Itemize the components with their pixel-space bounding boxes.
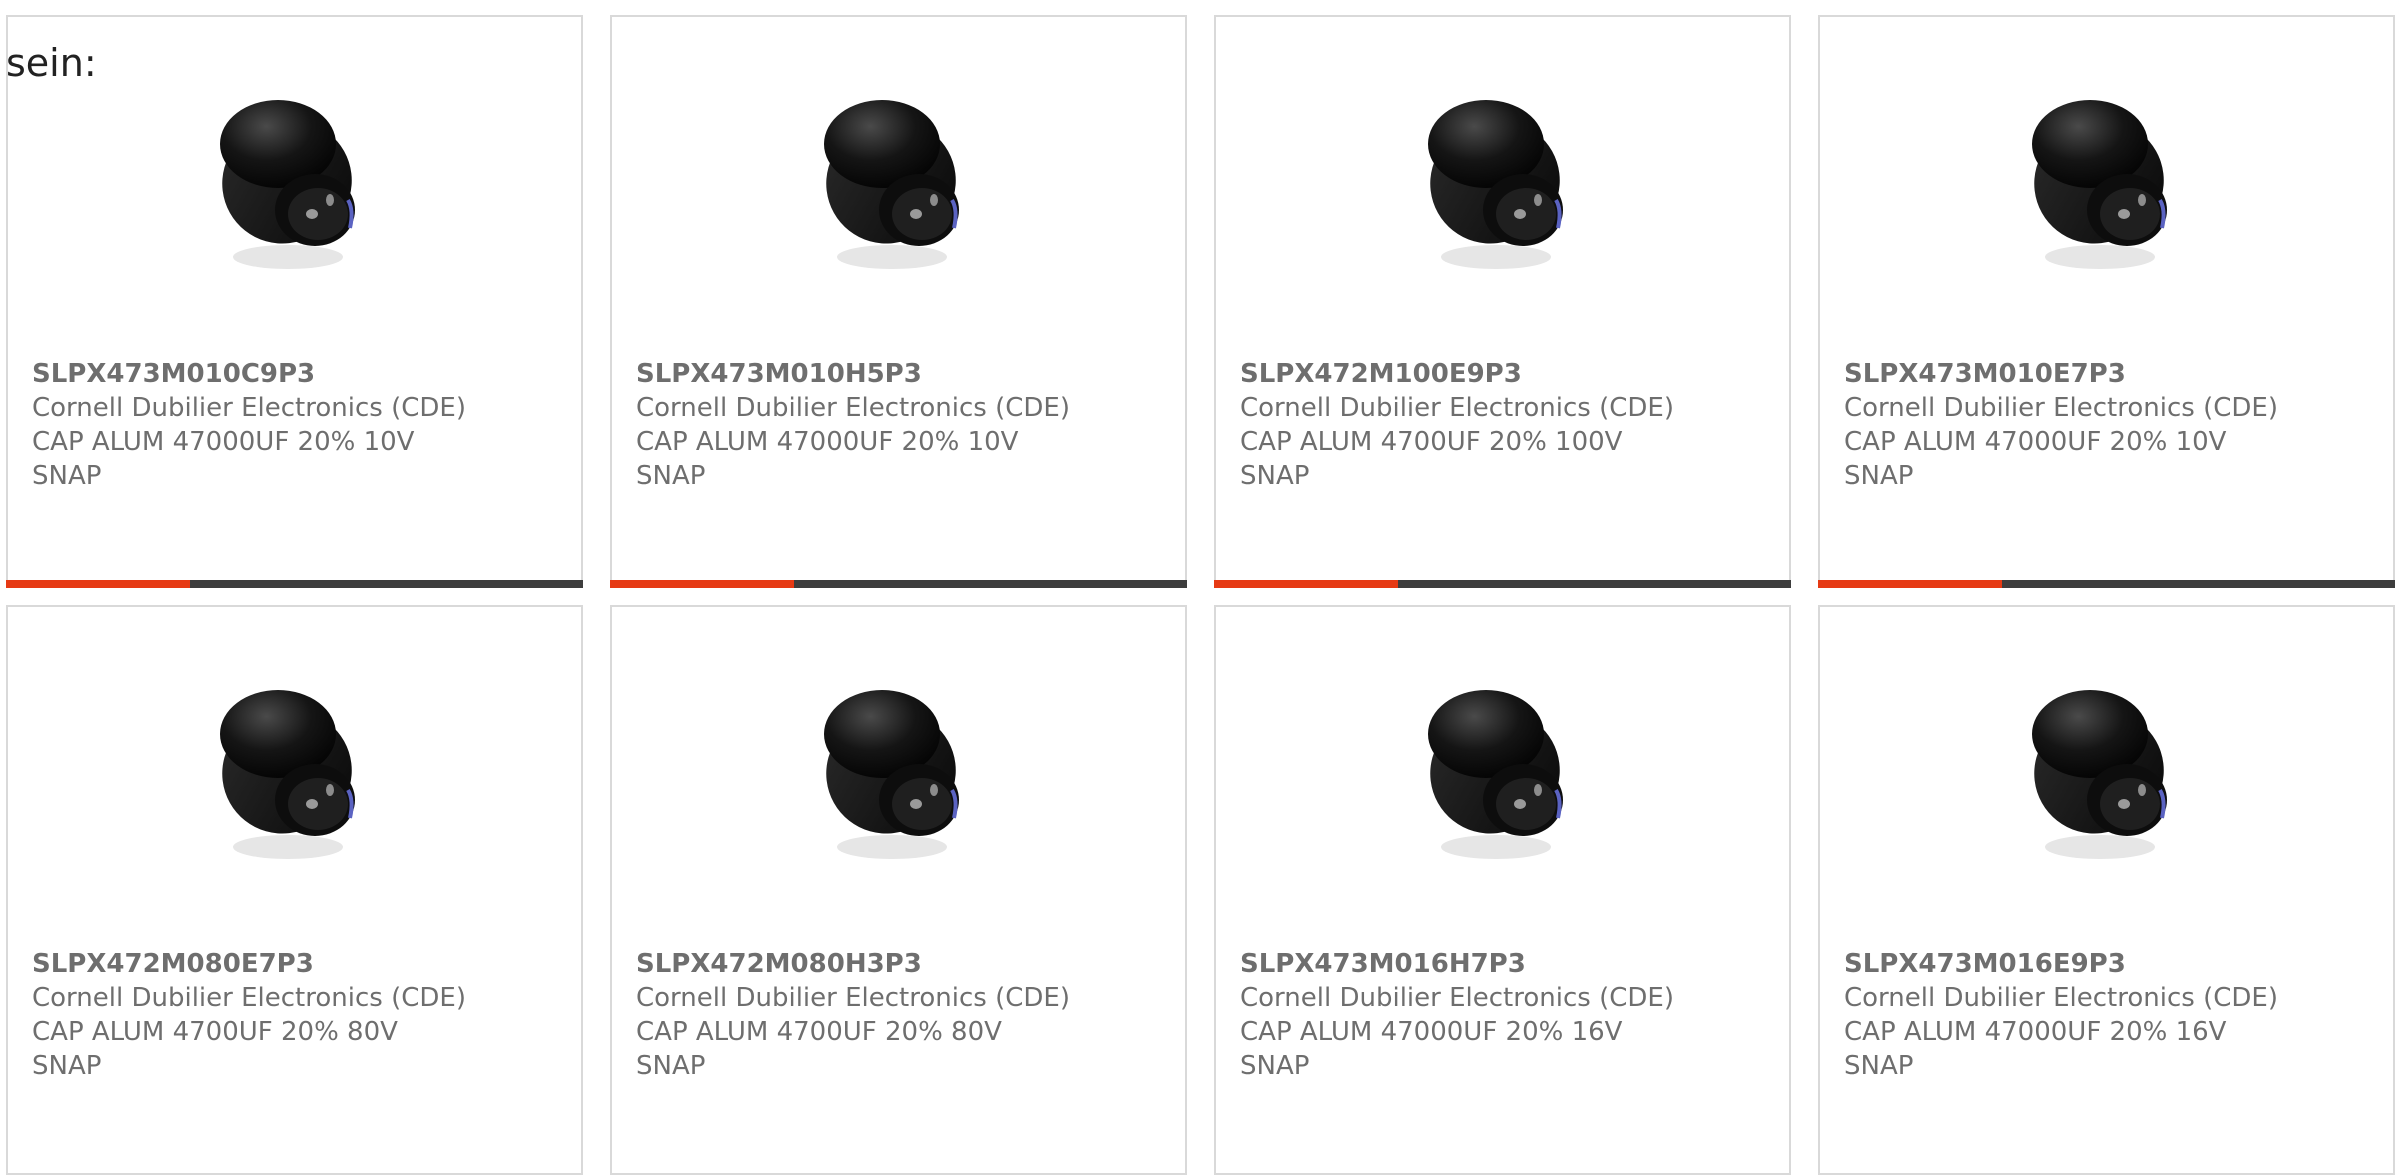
product-card-slpx472m080e7p3[interactable]: SLPX472M080E7P3 Cornell Dubilier Electro… [6,605,583,1175]
capacitor-icon [219,690,355,859]
capacitor-icon [219,100,355,269]
accent-bar [6,580,583,588]
capacitor-image [195,82,395,282]
manufacturer-name: Cornell Dubilier Electronics (CDE) [32,983,466,1013]
product-description-line2: SNAP [32,1051,102,1081]
accent-bar [610,580,1187,588]
product-description: CAP ALUM 47000UF 20% 16V [1240,1017,1623,1047]
part-number[interactable]: SLPX473M010E7P3 [1844,357,2373,391]
manufacturer-name: Cornell Dubilier Electronics (CDE) [1240,983,1674,1013]
accent-bar [1818,580,2395,588]
product-description: CAP ALUM 4700UF 20% 80V [636,1017,1002,1047]
capacitor-icon [1427,690,1563,859]
part-number[interactable]: SLPX473M010H5P3 [636,357,1165,391]
manufacturer-name: Cornell Dubilier Electronics (CDE) [1844,983,2278,1013]
part-number[interactable]: SLPX472M080H3P3 [636,947,1165,981]
product-card-slpx473m010h5p3[interactable]: SLPX473M010H5P3 Cornell Dubilier Electro… [610,15,1187,588]
product-info: SLPX473M010E7P3 Cornell Dubilier Electro… [1844,357,2373,493]
product-info: SLPX473M016E9P3 Cornell Dubilier Electro… [1844,947,2373,1083]
product-description: CAP ALUM 47000UF 20% 10V [636,427,1019,457]
capacitor-image [1403,82,1603,282]
product-info: SLPX473M016H7P3 Cornell Dubilier Electro… [1240,947,1769,1083]
product-card-slpx472m100e9p3[interactable]: SLPX472M100E9P3 Cornell Dubilier Electro… [1214,15,1791,588]
part-number[interactable]: SLPX472M100E9P3 [1240,357,1769,391]
capacitor-image [2007,82,2207,282]
part-number[interactable]: SLPX473M010C9P3 [32,357,561,391]
product-description-line2: SNAP [1844,1051,1914,1081]
product-description-line2: SNAP [636,461,706,491]
product-description: CAP ALUM 47000UF 20% 16V [1844,1017,2227,1047]
manufacturer-name: Cornell Dubilier Electronics (CDE) [32,393,466,423]
capacitor-image [195,672,395,872]
product-info: SLPX472M100E9P3 Cornell Dubilier Electro… [1240,357,1769,493]
product-description-line2: SNAP [32,461,102,491]
product-info: SLPX472M080H3P3 Cornell Dubilier Electro… [636,947,1165,1083]
manufacturer-name: Cornell Dubilier Electronics (CDE) [1844,393,2278,423]
product-info: SLPX473M010C9P3 Cornell Dubilier Electro… [32,357,561,493]
intro-text: sein: [6,41,97,85]
product-description: CAP ALUM 47000UF 20% 10V [1844,427,2227,457]
manufacturer-name: Cornell Dubilier Electronics (CDE) [1240,393,1674,423]
capacitor-icon [1427,100,1563,269]
product-card-slpx473m010c9p3[interactable]: SLPX473M010C9P3 Cornell Dubilier Electro… [6,15,583,588]
product-description-line2: SNAP [636,1051,706,1081]
part-number[interactable]: SLPX472M080E7P3 [32,947,561,981]
product-card-slpx473m016h7p3[interactable]: SLPX473M016H7P3 Cornell Dubilier Electro… [1214,605,1791,1175]
capacitor-image [799,82,999,282]
capacitor-image [1403,672,1603,872]
part-number[interactable]: SLPX473M016H7P3 [1240,947,1769,981]
capacitor-icon [2031,690,2167,859]
product-info: SLPX472M080E7P3 Cornell Dubilier Electro… [32,947,561,1083]
product-description-line2: SNAP [1844,461,1914,491]
capacitor-icon [2031,100,2167,269]
product-info: SLPX473M010H5P3 Cornell Dubilier Electro… [636,357,1165,493]
part-number[interactable]: SLPX473M016E9P3 [1844,947,2373,981]
capacitor-icon [823,690,959,859]
accent-bar [1214,580,1791,588]
product-grid: SLPX473M010C9P3 Cornell Dubilier Electro… [0,0,2400,1175]
capacitor-image [2007,672,2207,872]
product-description-line2: SNAP [1240,1051,1310,1081]
product-description: CAP ALUM 4700UF 20% 100V [1240,427,1623,457]
product-description-line2: SNAP [1240,461,1310,491]
manufacturer-name: Cornell Dubilier Electronics (CDE) [636,983,1070,1013]
product-card-slpx472m080h3p3[interactable]: SLPX472M080H3P3 Cornell Dubilier Electro… [610,605,1187,1175]
product-card-slpx473m016e9p3[interactable]: SLPX473M016E9P3 Cornell Dubilier Electro… [1818,605,2395,1175]
product-card-slpx473m010e7p3[interactable]: SLPX473M010E7P3 Cornell Dubilier Electro… [1818,15,2395,588]
manufacturer-name: Cornell Dubilier Electronics (CDE) [636,393,1070,423]
product-description: CAP ALUM 4700UF 20% 80V [32,1017,398,1047]
product-description: CAP ALUM 47000UF 20% 10V [32,427,415,457]
capacitor-icon [823,100,959,269]
capacitor-image [799,672,999,872]
